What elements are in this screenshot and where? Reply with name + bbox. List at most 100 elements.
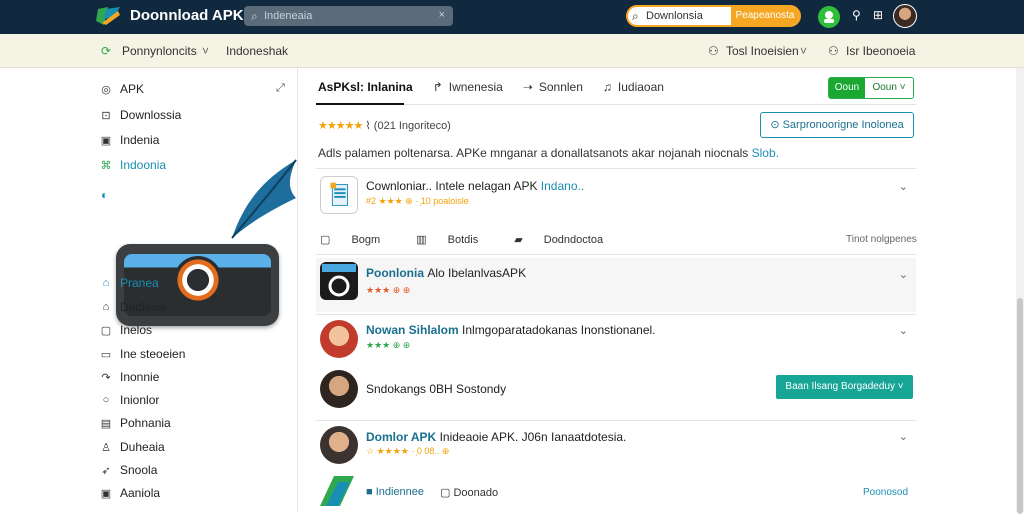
- clear-icon[interactable]: ×: [439, 9, 445, 21]
- user-avatar[interactable]: [893, 4, 917, 28]
- app-logo-icon[interactable]: [96, 5, 122, 27]
- top-search-box[interactable]: ⌕ ×: [244, 6, 453, 26]
- footer-link-secondary[interactable]: ▢ Doonado: [440, 486, 498, 499]
- category-dropdown[interactable]: Ponnynloncits: [122, 44, 197, 58]
- rating-stars: ★★★★★: [318, 120, 363, 132]
- list-item[interactable]: Nowan Sihlalom Inlmgoparatadokanas Inons…: [316, 320, 916, 360]
- sidebar-item-inelos[interactable]: ▢ Inelos: [100, 323, 152, 337]
- file-icon: ⌂: [102, 301, 110, 313]
- sidebar-item-label: Aaniola: [120, 486, 161, 500]
- share-icon: ↷: [101, 371, 111, 384]
- sidebar-item-dadlesia[interactable]: ⌂ Dadlesia: [100, 300, 167, 314]
- pill-search-box[interactable]: ⌕ Peapeanosta: [626, 5, 801, 27]
- pill-search-button[interactable]: Peapeanosta: [731, 7, 799, 25]
- support-button[interactable]: ⊙ Sarpronoorigne Inolonea: [760, 112, 914, 138]
- send-icon: ➶: [101, 464, 111, 477]
- meta-botdis[interactable]: ▥ Botdis: [416, 233, 496, 246]
- sidebar-item-label: Downlossia: [120, 108, 182, 122]
- chevron-down-icon[interactable]: ˅: [800, 44, 807, 58]
- sidebar-item-label: Pohnania: [120, 416, 171, 430]
- sidebar-item-indoonia[interactable]: ⌘ Indoonia: [100, 158, 167, 172]
- scrollbar[interactable]: [1016, 68, 1024, 514]
- sidebar-item-duheaia[interactable]: ♙ Duheaia: [100, 440, 165, 454]
- app-meta-row: ▢ Bogm ▥ Botdis ▰ Dodndoctoa: [320, 233, 639, 246]
- download-icon: ⊡: [101, 109, 111, 122]
- bookmark-icon[interactable]: ⚲: [852, 8, 861, 22]
- sidebar-item-apk[interactable]: ◎ APK: [100, 82, 144, 96]
- chat-icon: ▭: [100, 348, 112, 361]
- pin-icon[interactable]: ⤢: [276, 82, 285, 95]
- circle-icon: ○: [102, 394, 110, 406]
- comment-icon: ▰: [514, 234, 526, 246]
- download-button[interactable]: Ooun Ooun ˅: [828, 77, 914, 99]
- divider: [316, 420, 916, 421]
- search-icon: ⌕: [632, 9, 639, 23]
- chevron-down-icon[interactable]: ⌄: [899, 268, 908, 281]
- tab-sonnlen[interactable]: ➝ Sonnlen: [523, 80, 583, 94]
- main-content: AsPKsl: Inlanina ↱ Iwnenesia ➝ Sonnlen ♫ Iu…: [298, 68, 1024, 512]
- sidebar-item-pohnania[interactable]: ▤ Pohnania: [100, 416, 171, 430]
- grid-icon[interactable]: ⊞: [873, 8, 883, 22]
- chevron-down-icon[interactable]: ⌄: [899, 324, 908, 337]
- tab-bar: AsPKsl: Inlanina ↱ Iwnenesia ➝ Sonnlen ♫ Iu…: [318, 80, 684, 94]
- calendar-icon: ▣: [100, 134, 112, 147]
- download-button-primary[interactable]: Ooun: [829, 78, 865, 98]
- list-item[interactable]: Cownloniar.. Intele nelagan APK Indano..…: [316, 176, 916, 226]
- list-item[interactable]: Domlor APK Inideaoie APK. J06n Ianaatdot…: [316, 426, 916, 470]
- highlighted-list-item[interactable]: Poonlonia Alo IbelanlvasAPK ★★★ ⊕ ⊕ ⌄: [316, 258, 916, 312]
- info-icon: ⊙: [770, 119, 783, 131]
- tab-iudiaoan[interactable]: ♫ Iudiaoan: [603, 80, 664, 94]
- search-icon: ⌕: [251, 9, 258, 23]
- lock-icon: ■: [366, 486, 376, 498]
- sidebar-item-label: Dadlesia: [120, 300, 167, 314]
- footer-right-link[interactable]: Poonosod: [863, 487, 908, 498]
- app-title[interactable]: Cownloniar.. Intele nelagan APK Indano..: [366, 179, 584, 193]
- pill-search-input[interactable]: [646, 9, 736, 23]
- chevron-down-icon[interactable]: ⌄: [899, 180, 908, 193]
- app-icon-stripes: [320, 476, 354, 506]
- send-icon: ➝: [522, 80, 533, 94]
- account-link[interactable]: Isr Ibeonoeia: [846, 44, 915, 58]
- tab-active-indicator: [316, 103, 404, 105]
- sidebar-item-downloads[interactable]: ⊡ Downlossia: [100, 108, 181, 122]
- chevron-down-icon[interactable]: ⌄: [899, 430, 908, 443]
- sidebar-item-label: APK: [120, 82, 145, 96]
- sidebar-item-inionlor[interactable]: ○ Inionlor: [100, 393, 160, 407]
- top-search-input[interactable]: [264, 8, 424, 24]
- sidebar-item-inonnie[interactable]: ↷ Inonnie: [100, 370, 159, 384]
- app-icon-avatar: [320, 426, 358, 464]
- sidebar-item-aaniola[interactable]: ▣ Aaniola: [100, 486, 160, 500]
- scrollbar-thumb[interactable]: [1017, 298, 1023, 514]
- app-title[interactable]: Poonlonia Alo IbelanlvasAPK: [366, 266, 526, 280]
- status-icon[interactable]: [818, 6, 840, 28]
- app-description: Adls palamen poltenarsa. APKe mnganar a …: [318, 146, 779, 160]
- meta-dodndoctoa[interactable]: ▰ Dodndoctoa: [514, 233, 621, 246]
- user-icon: ⚇: [708, 44, 719, 58]
- subbar-link[interactable]: Indoneshak: [226, 44, 288, 58]
- footer-link-primary[interactable]: ■ Indiennee: [366, 486, 424, 499]
- download-button-dropdown[interactable]: Ooun ˅: [865, 78, 913, 98]
- footer-actions: ■ Indiennee ▢ Doonado: [366, 486, 498, 499]
- secondary-toolbar: ⟳ Ponnynloncits ˅ Indoneshak ⚇ Tosl Inoe…: [0, 34, 1024, 68]
- brand-title[interactable]: Doonnload APK: [130, 7, 244, 24]
- sidebar-item-snoola[interactable]: ➶ Snoola: [100, 463, 157, 477]
- meta-bogm[interactable]: ▢ Bogm: [320, 233, 398, 246]
- sidebar-item-indenia[interactable]: ▣ Indenia: [100, 133, 160, 147]
- chevron-down-icon[interactable]: ˅: [202, 44, 209, 58]
- sidebar-item-ine-steoeien[interactable]: ▭ Ine steoeien: [100, 347, 186, 361]
- grid-icon: ⌘: [100, 159, 112, 172]
- tab-main[interactable]: AsPKsl: Inlanina: [318, 80, 413, 94]
- app-title[interactable]: Nowan Sihlalom Inlmgoparatadokanas Inons…: [366, 323, 656, 337]
- sidebar: ◎ APK ⤢ ⊡ Downlossia ▣ Indenia ⌘ Indooni…: [0, 68, 298, 512]
- install-button[interactable]: Baan Ilsang Borgadeduy ˅: [776, 375, 913, 399]
- app-meta: ☆ ★★★★ · ᷊0 08.. ⊕: [366, 446, 450, 456]
- rating-summary: ★★★★★ ⌇ (021 Ingoriteco): [318, 119, 451, 132]
- feather-illustration-icon: [231, 159, 297, 239]
- square-icon: ▢: [320, 234, 334, 246]
- description-link[interactable]: Slob.: [752, 146, 779, 160]
- tools-dropdown[interactable]: Tosl Inoeisien: [726, 44, 799, 58]
- tab-iwnenesia[interactable]: ↱ Iwnenesia: [433, 80, 503, 94]
- sidebar-item-pranea[interactable]: ⌂ Pranea: [100, 276, 159, 290]
- app-title[interactable]: Sndokangs 0BH Sostondy: [366, 382, 506, 396]
- app-title[interactable]: Domlor APK Inideaoie APK. J06n Ianaatdot…: [366, 430, 626, 444]
